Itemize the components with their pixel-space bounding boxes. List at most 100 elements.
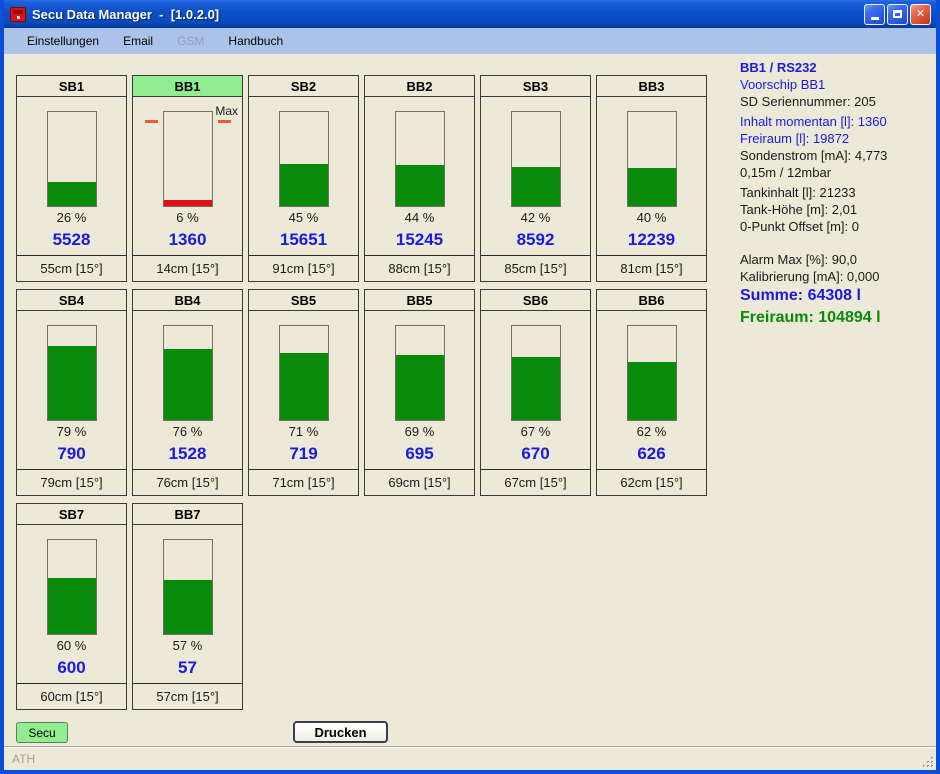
tank-outline <box>511 111 561 207</box>
tank-percent: 40 % <box>597 209 706 227</box>
tank-grid: SB1 26 % 5528 55cm [15°] BB1 Max <box>16 75 707 710</box>
tank-card[interactable]: SB7 60 % 600 60cm [15°] <box>16 503 127 710</box>
menubar: Einstellungen Email GSM Handbuch <box>4 28 936 54</box>
tank-volume: 719 <box>249 441 358 469</box>
tank-volume: 15245 <box>365 227 474 255</box>
tank-fill <box>280 164 328 206</box>
tank-card[interactable]: BB5 69 % 695 69cm [15°] <box>364 289 475 496</box>
tank-gauge <box>17 97 126 209</box>
tank-card[interactable]: SB4 79 % 790 79cm [15°] <box>16 289 127 496</box>
tank-card[interactable]: BB1 Max 6 % 1360 14cm [15°] <box>132 75 243 282</box>
tank-percent: 62 % <box>597 423 706 441</box>
tank-name: BB1 <box>133 76 242 97</box>
tank-card[interactable]: SB6 67 % 670 67cm [15°] <box>480 289 591 496</box>
info-panel-line: Alarm Max [%]: 90,0 <box>740 251 932 268</box>
tank-outline <box>395 325 445 421</box>
tank-gauge <box>133 311 242 423</box>
tank-fill <box>164 349 212 420</box>
tank-volume: 600 <box>17 655 126 683</box>
tank-percent: 57 % <box>133 637 242 655</box>
tank-depth: 69cm [15°] <box>365 470 474 495</box>
tank-depth: 85cm [15°] <box>481 256 590 281</box>
tank-depth: 57cm [15°] <box>133 684 242 709</box>
tank-gauge <box>481 311 590 423</box>
tank-volume: 695 <box>365 441 474 469</box>
tank-percent: 45 % <box>249 209 358 227</box>
tank-percent: 76 % <box>133 423 242 441</box>
tank-name: SB7 <box>17 504 126 525</box>
tank-fill <box>280 353 328 420</box>
tank-gauge <box>17 525 126 637</box>
tank-name: BB6 <box>597 290 706 311</box>
info-panel: BB1 / RS232 Voorschip BB1 SD Seriennumme… <box>740 59 932 329</box>
resize-grip[interactable] <box>921 755 935 769</box>
tank-depth: 60cm [15°] <box>17 684 126 709</box>
tank-volume: 670 <box>481 441 590 469</box>
tank-name: SB5 <box>249 290 358 311</box>
menu-item-email[interactable]: Email <box>114 30 162 52</box>
info-panel-line: Tank-Höhe [m]: 2,01 <box>740 201 932 218</box>
tank-volume: 790 <box>17 441 126 469</box>
menu-item-handbuch[interactable]: Handbuch <box>219 30 292 52</box>
info-panel-line: Sondenstrom [mA]: 4,773 <box>740 147 932 164</box>
tank-volume: 1360 <box>133 227 242 255</box>
tank-gauge: Max <box>133 97 242 209</box>
tank-volume: 12239 <box>597 227 706 255</box>
maximize-button[interactable] <box>887 4 908 25</box>
tank-card[interactable]: SB3 42 % 8592 85cm [15°] <box>480 75 591 282</box>
window-controls: ✕ <box>864 4 931 25</box>
tank-card[interactable]: SB2 45 % 15651 91cm [15°] <box>248 75 359 282</box>
info-panel-line: Kalibrierung [mA]: 0,000 <box>740 268 932 285</box>
tank-gauge <box>249 97 358 209</box>
tank-gauge <box>481 97 590 209</box>
tank-card[interactable]: SB5 71 % 719 71cm [15°] <box>248 289 359 496</box>
tank-card[interactable]: BB7 57 % 57 57cm [15°] <box>132 503 243 710</box>
info-panel-line: Tankinhalt [l]: 21233 <box>740 184 932 201</box>
menu-item-einstellungen[interactable]: Einstellungen <box>18 30 108 52</box>
tank-percent: 71 % <box>249 423 358 441</box>
tank-card[interactable]: BB3 40 % 12239 81cm [15°] <box>596 75 707 282</box>
tank-gauge <box>597 311 706 423</box>
tank-percent: 60 % <box>17 637 126 655</box>
tank-outline <box>163 111 213 207</box>
tank-card[interactable]: BB4 76 % 1528 76cm [15°] <box>132 289 243 496</box>
tank-card[interactable]: BB2 44 % 15245 88cm [15°] <box>364 75 475 282</box>
tank-name: SB2 <box>249 76 358 97</box>
tank-fill <box>512 357 560 420</box>
drucken-button[interactable]: Drucken <box>293 721 388 743</box>
tank-name: BB2 <box>365 76 474 97</box>
tank-fill <box>48 578 96 634</box>
tank-depth: 88cm [15°] <box>365 256 474 281</box>
tank-depth: 91cm [15°] <box>249 256 358 281</box>
tank-outline <box>163 325 213 421</box>
tank-percent: 26 % <box>17 209 126 227</box>
info-panel-line: Inhalt momentan [l]: 1360 <box>740 113 932 130</box>
tank-depth: 67cm [15°] <box>481 470 590 495</box>
tank-outline <box>47 325 97 421</box>
tank-fill <box>164 200 212 206</box>
tank-volume: 15651 <box>249 227 358 255</box>
tank-name: BB3 <box>597 76 706 97</box>
tank-fill <box>48 182 96 206</box>
secu-button[interactable]: Secu <box>16 722 68 743</box>
tank-depth: 55cm [15°] <box>17 256 126 281</box>
tank-name: SB3 <box>481 76 590 97</box>
info-panel-line: Voorschip BB1 <box>740 76 932 93</box>
tank-outline <box>47 539 97 635</box>
info-panel-line: SD Seriennummer: 205 <box>740 93 932 110</box>
tank-percent: 44 % <box>365 209 474 227</box>
minimize-button[interactable] <box>864 4 885 25</box>
tank-fill <box>396 355 444 420</box>
alarm-max-dash-left <box>145 120 158 123</box>
tank-fill <box>512 167 560 206</box>
statusbar: ATH <box>4 746 936 770</box>
tank-depth: 76cm [15°] <box>133 470 242 495</box>
tank-percent: 67 % <box>481 423 590 441</box>
tank-card[interactable]: SB1 26 % 5528 55cm [15°] <box>16 75 127 282</box>
tank-name: BB7 <box>133 504 242 525</box>
tank-outline <box>279 111 329 207</box>
tank-volume: 1528 <box>133 441 242 469</box>
tank-card[interactable]: BB6 62 % 626 62cm [15°] <box>596 289 707 496</box>
close-button[interactable]: ✕ <box>910 4 931 25</box>
menu-item-gsm: GSM <box>168 30 213 52</box>
